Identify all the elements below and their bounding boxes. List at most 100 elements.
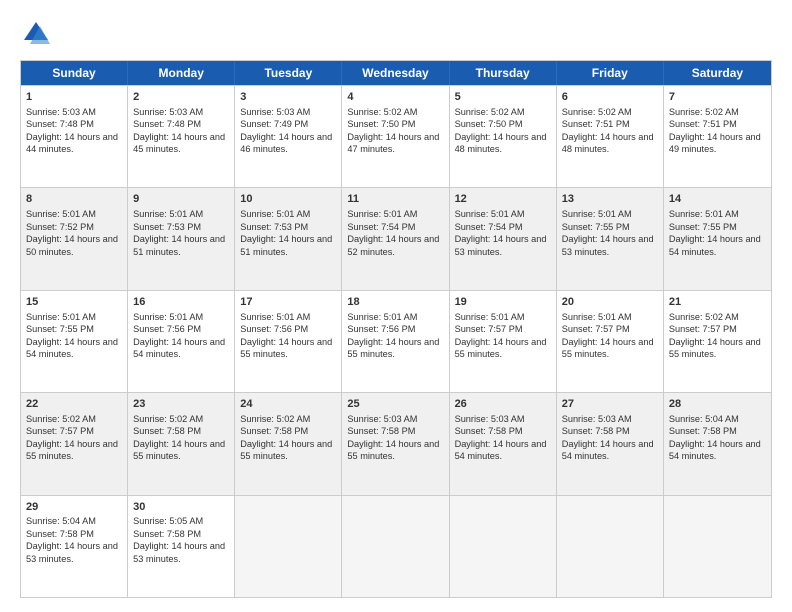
calendar-row-3: 22Sunrise: 5:02 AMSunset: 7:57 PMDayligh…	[21, 392, 771, 494]
sunrise-label: Sunrise: 5:01 AM	[347, 312, 417, 322]
sunrise-label: Sunrise: 5:04 AM	[26, 516, 96, 526]
sunrise-label: Sunrise: 5:03 AM	[347, 414, 417, 424]
day-number: 10	[240, 192, 336, 207]
sunset-label: Sunset: 7:56 PM	[240, 324, 308, 334]
day-header-saturday: Saturday	[664, 61, 771, 85]
calendar-row-4: 29Sunrise: 5:04 AM Sunset: 7:58 PM Dayligh…	[21, 495, 771, 597]
calendar-cell: 28Sunrise: 5:04 AMSunset: 7:58 PMDayligh…	[664, 393, 771, 494]
sunrise-label: Sunrise: 5:01 AM	[455, 209, 525, 219]
daylight-label: Daylight: 14 hours and 45 minutes.	[133, 132, 225, 154]
sunset-label: Sunset: 7:48 PM	[133, 119, 201, 129]
day-number: 20	[562, 295, 658, 310]
sunrise-label: Sunrise: 5:03 AM	[26, 107, 96, 117]
day-number: 5	[455, 90, 551, 105]
daylight-label: Daylight: 14 hours and 54 minutes.	[133, 337, 225, 359]
calendar-cell: 8Sunrise: 5:01 AMSunset: 7:52 PMDaylight…	[21, 188, 128, 289]
sunset-label: Sunset: 7:55 PM	[669, 222, 737, 232]
sunset-label: Sunset: 7:56 PM	[133, 324, 201, 334]
daylight-label: Daylight: 14 hours and 52 minutes.	[347, 234, 439, 256]
sunset-label: Sunset: 7:58 PM	[669, 426, 737, 436]
day-number: 14	[669, 192, 766, 207]
calendar-cell: 24Sunrise: 5:02 AMSunset: 7:58 PMDayligh…	[235, 393, 342, 494]
sunset-label: Sunset: 7:58 PM	[562, 426, 630, 436]
day-number: 1	[26, 90, 122, 105]
daylight-label: Daylight: 14 hours and 55 minutes.	[669, 337, 761, 359]
calendar-cell: 15Sunrise: 5:01 AMSunset: 7:55 PMDayligh…	[21, 291, 128, 392]
sunrise-label: Sunrise: 5:03 AM	[562, 414, 632, 424]
daylight-label: Daylight: 14 hours and 55 minutes.	[562, 337, 654, 359]
calendar-row-0: 1 Sunrise: 5:03 AM Sunset: 7:48 PM Daylight…	[21, 85, 771, 187]
day-number: 25	[347, 397, 443, 412]
calendar-cell: 21Sunrise: 5:02 AMSunset: 7:57 PMDayligh…	[664, 291, 771, 392]
daylight-label: Daylight: 14 hours and 55 minutes.	[240, 439, 332, 461]
sunrise-label: Sunrise: 5:02 AM	[133, 414, 203, 424]
sunset-label: Sunset: 7:53 PM	[133, 222, 201, 232]
sunrise-label: Sunrise: 5:01 AM	[26, 312, 96, 322]
calendar-row-1: 8 Sunrise: 5:01 AM Sunset: 7:52 PM Daylight…	[21, 187, 771, 289]
sunset-label: Sunset: 7:58 PM	[26, 529, 94, 539]
daylight-label: Daylight: 14 hours and 55 minutes.	[240, 337, 332, 359]
calendar-cell: 11Sunrise: 5:01 AMSunset: 7:54 PMDayligh…	[342, 188, 449, 289]
sunrise-label: Sunrise: 5:02 AM	[455, 107, 525, 117]
sunset-label: Sunset: 7:49 PM	[240, 119, 308, 129]
calendar-cell: 13Sunrise: 5:01 AMSunset: 7:55 PMDayligh…	[557, 188, 664, 289]
daylight-label: Daylight: 14 hours and 47 minutes.	[347, 132, 439, 154]
daylight-label: Daylight: 14 hours and 48 minutes.	[562, 132, 654, 154]
sunset-label: Sunset: 7:50 PM	[455, 119, 523, 129]
calendar: SundayMondayTuesdayWednesdayThursdayFrid…	[20, 60, 772, 598]
calendar-row-2: 15Sunrise: 5:01 AMSunset: 7:55 PMDayligh…	[21, 290, 771, 392]
daylight-label: Daylight: 14 hours and 54 minutes.	[669, 439, 761, 461]
calendar-body: 1 Sunrise: 5:03 AM Sunset: 7:48 PM Daylight…	[21, 85, 771, 597]
calendar-cell: 19Sunrise: 5:01 AMSunset: 7:57 PMDayligh…	[450, 291, 557, 392]
day-number: 3	[240, 90, 336, 105]
day-number: 7	[669, 90, 766, 105]
sunrise-label: Sunrise: 5:01 AM	[669, 209, 739, 219]
day-number: 26	[455, 397, 551, 412]
calendar-cell: 14Sunrise: 5:01 AMSunset: 7:55 PMDayligh…	[664, 188, 771, 289]
sunset-label: Sunset: 7:54 PM	[455, 222, 523, 232]
logo	[20, 18, 56, 50]
sunset-label: Sunset: 7:58 PM	[455, 426, 523, 436]
day-header-monday: Monday	[128, 61, 235, 85]
day-number: 8	[26, 192, 122, 207]
day-number: 13	[562, 192, 658, 207]
daylight-label: Daylight: 14 hours and 53 minutes.	[26, 541, 118, 563]
calendar-cell: 16Sunrise: 5:01 AMSunset: 7:56 PMDayligh…	[128, 291, 235, 392]
sunrise-label: Sunrise: 5:01 AM	[347, 209, 417, 219]
day-number: 19	[455, 295, 551, 310]
sunset-label: Sunset: 7:55 PM	[562, 222, 630, 232]
daylight-label: Daylight: 14 hours and 51 minutes.	[240, 234, 332, 256]
day-number: 28	[669, 397, 766, 412]
day-number: 4	[347, 90, 443, 105]
daylight-label: Daylight: 14 hours and 55 minutes.	[347, 337, 439, 359]
calendar-cell: 17Sunrise: 5:01 AMSunset: 7:56 PMDayligh…	[235, 291, 342, 392]
day-number: 16	[133, 295, 229, 310]
daylight-label: Daylight: 14 hours and 44 minutes.	[26, 132, 118, 154]
sunset-label: Sunset: 7:57 PM	[26, 426, 94, 436]
day-number: 27	[562, 397, 658, 412]
calendar-cell	[235, 496, 342, 597]
day-number: 30	[133, 500, 229, 515]
day-header-friday: Friday	[557, 61, 664, 85]
calendar-cell: 12Sunrise: 5:01 AMSunset: 7:54 PMDayligh…	[450, 188, 557, 289]
day-header-tuesday: Tuesday	[235, 61, 342, 85]
sunrise-label: Sunrise: 5:01 AM	[562, 209, 632, 219]
day-header-thursday: Thursday	[450, 61, 557, 85]
sunset-label: Sunset: 7:51 PM	[562, 119, 630, 129]
daylight-label: Daylight: 14 hours and 55 minutes.	[455, 337, 547, 359]
day-number: 6	[562, 90, 658, 105]
calendar-cell: 18Sunrise: 5:01 AMSunset: 7:56 PMDayligh…	[342, 291, 449, 392]
daylight-label: Daylight: 14 hours and 51 minutes.	[133, 234, 225, 256]
calendar-cell: 9Sunrise: 5:01 AMSunset: 7:53 PMDaylight…	[128, 188, 235, 289]
calendar-cell	[664, 496, 771, 597]
daylight-label: Daylight: 14 hours and 55 minutes.	[26, 439, 118, 461]
sunrise-label: Sunrise: 5:01 AM	[26, 209, 96, 219]
sunset-label: Sunset: 7:58 PM	[133, 426, 201, 436]
day-number: 23	[133, 397, 229, 412]
sunrise-label: Sunrise: 5:01 AM	[455, 312, 525, 322]
sunset-label: Sunset: 7:52 PM	[26, 222, 94, 232]
sunset-label: Sunset: 7:48 PM	[26, 119, 94, 129]
calendar-cell: 2Sunrise: 5:03 AMSunset: 7:48 PMDaylight…	[128, 86, 235, 187]
day-number: 29	[26, 500, 122, 515]
calendar-cell: 6Sunrise: 5:02 AMSunset: 7:51 PMDaylight…	[557, 86, 664, 187]
